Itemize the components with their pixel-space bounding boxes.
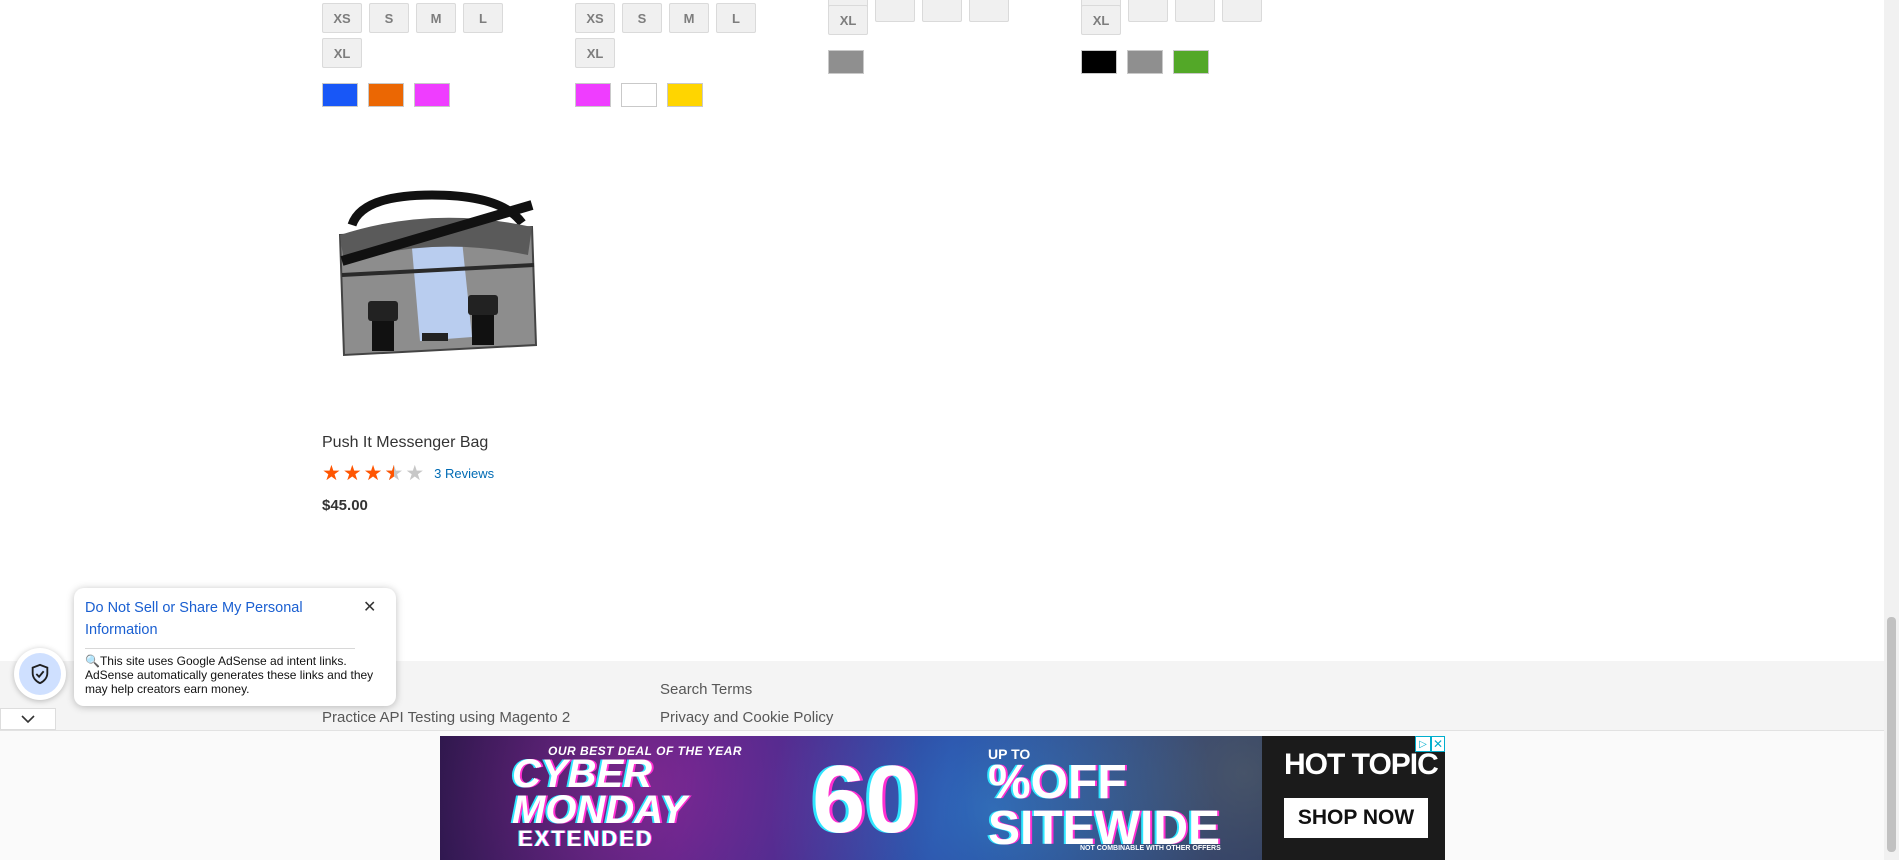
ad-headline: CYBER MONDAY: [512, 752, 687, 832]
color-swatch-2[interactable]: [368, 83, 404, 107]
size-swatch-partial[interactable]: [1175, 0, 1215, 22]
color-swatch-2[interactable]: [1127, 50, 1163, 74]
size-swatch-xl[interactable]: XL: [1081, 5, 1121, 35]
star-icon: ★: [342, 462, 362, 485]
rating-summary: ★ ★ ★ ★ ★ 3 Reviews: [322, 463, 494, 484]
size-swatch-xl[interactable]: XL: [575, 38, 615, 68]
star-icon: ★: [363, 462, 383, 485]
size-swatch-m[interactable]: M: [669, 3, 709, 33]
ad-brand-panel: HOT TOPIC SHOP NOW: [1262, 736, 1445, 860]
ad-banner[interactable]: OUR BEST DEAL OF THE YEAR CYBER MONDAY E…: [440, 736, 1445, 860]
divider: [85, 648, 355, 649]
size-swatch-xs[interactable]: XS: [322, 3, 362, 33]
star-half-icon: ★: [384, 463, 403, 484]
ad-choices-icon[interactable]: ▷: [1415, 736, 1431, 752]
size-swatch-m[interactable]: M: [416, 3, 456, 33]
ad-brand-logo: HOT TOPIC: [1284, 748, 1439, 781]
color-swatch-3[interactable]: [1173, 50, 1209, 74]
size-swatch-l[interactable]: L: [463, 3, 503, 33]
star-empty-icon: ★: [405, 462, 425, 485]
reviews-link[interactable]: 3 Reviews: [434, 466, 494, 481]
chevron-down-icon[interactable]: [0, 708, 56, 730]
color-swatch-3[interactable]: [667, 83, 703, 107]
scrollbar-thumb[interactable]: [1887, 617, 1896, 852]
size-swatch-l[interactable]: L: [716, 3, 756, 33]
size-swatch-partial[interactable]: [922, 0, 962, 22]
ad-off-sitewide: %OFF SITEWIDE: [988, 756, 1221, 855]
size-swatch-partial[interactable]: [1222, 0, 1262, 22]
color-swatch-1[interactable]: [1081, 50, 1117, 74]
ad-close-icon[interactable]: ✕: [1431, 736, 1445, 752]
ad-percent: 60: [812, 746, 919, 853]
privacy-popup: Do Not Sell or Share My Personal Informa…: [74, 588, 396, 706]
product-price: $45.00: [322, 497, 368, 514]
ad-subheadline: EXTENDED: [518, 826, 654, 851]
privacy-popup-title-link[interactable]: Do Not Sell or Share My Personal Informa…: [85, 597, 335, 641]
ad-fine-print: NOT COMBINABLE WITH OTHER OFFERS: [1080, 845, 1221, 852]
privacy-shield-button[interactable]: [14, 648, 66, 700]
color-swatch-1[interactable]: [575, 83, 611, 107]
shield-icon: [19, 653, 61, 695]
size-swatch-partial[interactable]: [875, 0, 915, 22]
privacy-popup-body: 🔍This site uses Google AdSense ad intent…: [85, 654, 374, 696]
size-swatch-partial[interactable]: [969, 0, 1009, 22]
star-icon: ★: [322, 462, 341, 485]
size-swatch-xl[interactable]: XL: [828, 5, 868, 35]
footer-link-privacy-policy[interactable]: Privacy and Cookie Policy: [660, 709, 833, 726]
color-swatch-2[interactable]: [621, 83, 657, 107]
size-swatch-xs[interactable]: XS: [575, 3, 615, 33]
size-swatch-s[interactable]: S: [622, 3, 662, 33]
size-swatch-s[interactable]: S: [369, 3, 409, 33]
footer-link-practice-api[interactable]: Practice API Testing using Magento 2: [322, 709, 570, 726]
footer-link-search-terms[interactable]: Search Terms: [660, 681, 752, 698]
close-icon[interactable]: ✕: [363, 597, 376, 617]
color-swatch-1[interactable]: [322, 83, 358, 107]
product-name-link[interactable]: Push It Messenger Bag: [322, 434, 488, 452]
product-image[interactable]: [322, 165, 546, 405]
color-swatch-3[interactable]: [414, 83, 450, 107]
ad-shop-now-button[interactable]: SHOP NOW: [1284, 798, 1428, 838]
size-swatch-xl[interactable]: XL: [322, 38, 362, 68]
size-swatch-partial[interactable]: [1128, 0, 1168, 22]
color-swatch-1[interactable]: [828, 50, 864, 74]
